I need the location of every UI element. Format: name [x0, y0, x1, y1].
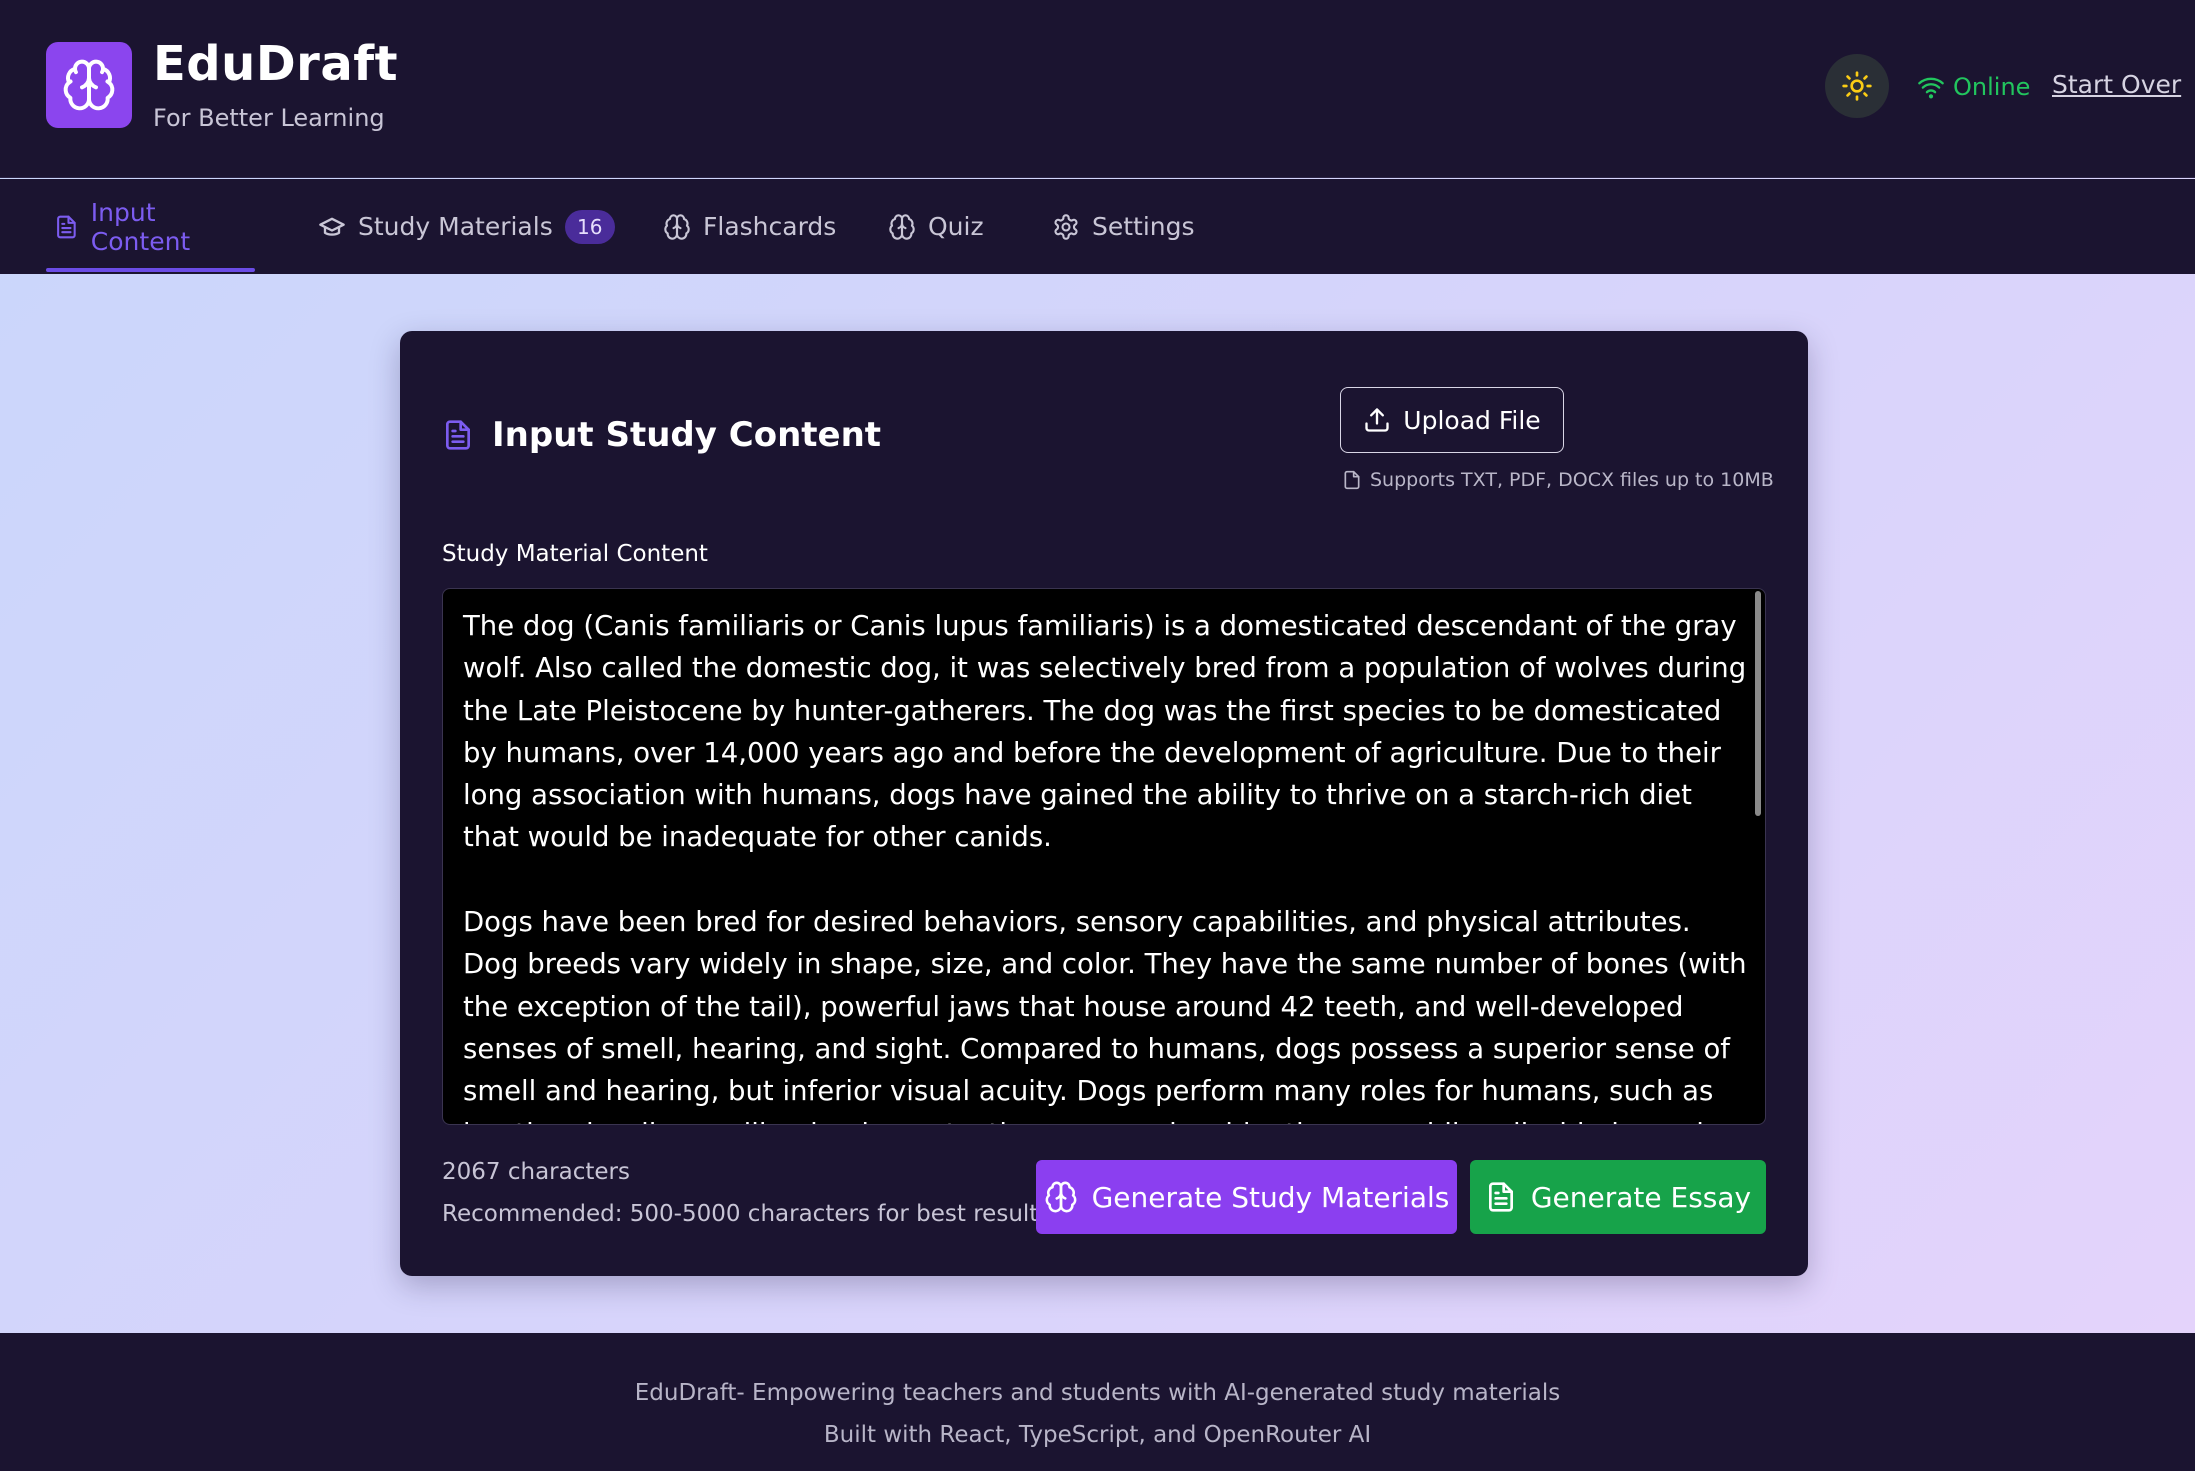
generate-study-materials-button[interactable]: Generate Study Materials	[1036, 1160, 1457, 1234]
upload-hint: Supports TXT, PDF, DOCX files up to 10MB	[1342, 469, 1774, 491]
app-header: EduDraft For Better Learning Online Star…	[0, 0, 2195, 178]
content-field-label: Study Material Content	[442, 541, 708, 567]
tab-input-content[interactable]: Input Content	[46, 179, 255, 274]
app-subtitle: For Better Learning	[153, 104, 385, 132]
sun-icon	[1842, 71, 1872, 101]
graduation-cap-icon	[319, 217, 345, 236]
count-badge: 16	[564, 209, 615, 244]
upload-file-button[interactable]: Upload File	[1340, 387, 1564, 453]
status-label: Online	[1953, 73, 2031, 101]
document-icon	[1488, 1182, 1513, 1212]
study-content-textarea[interactable]: The dog (Canis familiaris or Canis lupus…	[442, 588, 1766, 1125]
tab-label: Input Content	[90, 197, 191, 256]
upload-file-label: Upload File	[1403, 405, 1541, 435]
brain-icon	[889, 213, 915, 240]
character-count: 2067 characters	[442, 1159, 630, 1185]
tab-label: Settings	[1092, 212, 1195, 241]
document-icon	[57, 215, 76, 238]
tab-label: Study Materials	[358, 212, 553, 241]
app-title: EduDraft	[153, 36, 399, 92]
textarea-scrollbar[interactable]	[1755, 591, 1761, 816]
brain-icon	[1045, 1181, 1077, 1213]
generate-study-materials-label: Generate Study Materials	[1091, 1180, 1450, 1214]
footer-tagline: EduDraft- Empowering teachers and studen…	[634, 1380, 1561, 1406]
footer-credits: Built with React, TypeScript, and OpenRo…	[823, 1422, 1372, 1448]
tab-quiz[interactable]: Quiz	[888, 179, 984, 274]
tab-label: Flashcards	[703, 212, 837, 241]
input-content-card: Input Study Content Upload File Supports…	[400, 331, 1808, 1276]
tab-flashcards[interactable]: Flashcards	[663, 179, 836, 274]
study-content-text: The dog (Canis familiaris or Canis lupus…	[463, 610, 1747, 1124]
wifi-icon	[1918, 77, 1944, 99]
card-title: Input Study Content	[442, 413, 881, 457]
document-icon	[446, 420, 470, 450]
gear-icon	[1054, 213, 1078, 240]
start-over-link[interactable]: Start Over	[2052, 70, 2181, 99]
tab-bar: Input Content Study Materials 16 Flashca…	[0, 179, 2195, 274]
tab-study-materials[interactable]: Study Materials 16	[318, 179, 615, 274]
tab-label: Quiz	[928, 212, 984, 241]
theme-toggle-button[interactable]	[1825, 54, 1889, 118]
brain-icon	[664, 213, 690, 240]
length-recommendation: Recommended: 500-5000 characters for bes…	[442, 1201, 1051, 1227]
brain-logo-icon	[46, 42, 132, 128]
page-footer: EduDraft- Empowering teachers and studen…	[0, 1333, 2195, 1471]
generate-essay-button[interactable]: Generate Essay	[1470, 1160, 1766, 1234]
card-title-text: Input Study Content	[492, 415, 882, 455]
file-icon	[1344, 470, 1360, 490]
connection-status: Online	[1917, 70, 2030, 104]
upload-icon	[1365, 408, 1389, 432]
upload-hint-text: Supports TXT, PDF, DOCX files up to 10MB	[1370, 469, 1774, 491]
generate-essay-label: Generate Essay	[1530, 1180, 1752, 1214]
tab-settings[interactable]: Settings	[1052, 179, 1195, 274]
